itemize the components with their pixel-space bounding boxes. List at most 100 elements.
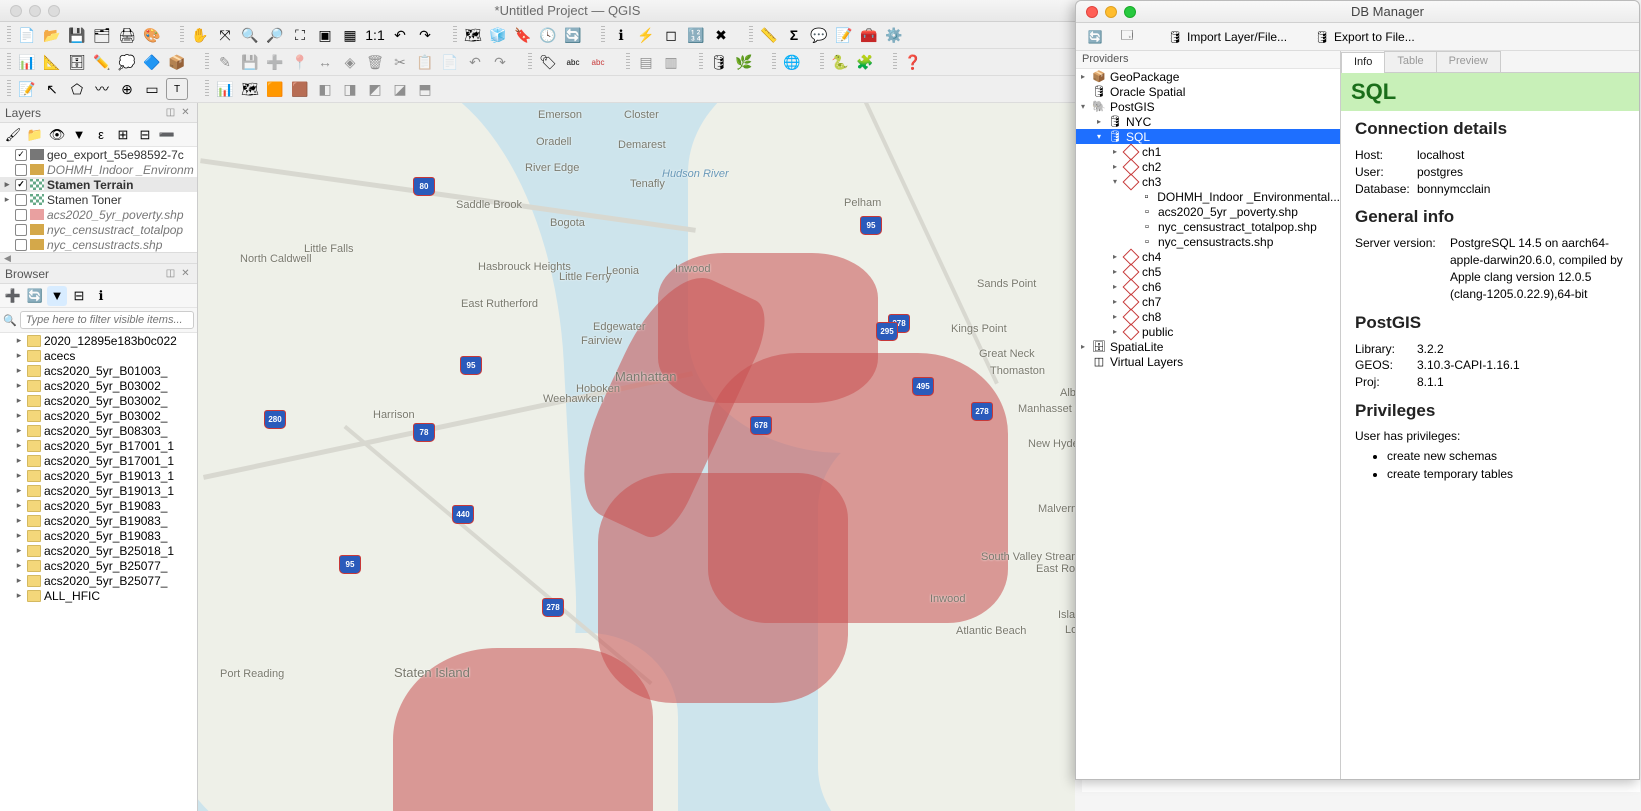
db-import-button[interactable]: 🛢Import Layer/File... bbox=[1162, 26, 1291, 48]
new-project-icon[interactable]: 📄 bbox=[16, 24, 38, 46]
copy-icon[interactable]: 📋 bbox=[414, 51, 436, 73]
browser-filter-input[interactable] bbox=[20, 311, 194, 329]
layer-checkbox[interactable] bbox=[15, 224, 27, 236]
db-tree-row[interactable]: ▸public bbox=[1076, 324, 1340, 339]
new-map-view-icon[interactable]: 🗺 bbox=[462, 24, 484, 46]
delete-selected-icon[interactable]: 🗑 bbox=[364, 51, 386, 73]
browser-row[interactable]: ▸acs2020_5yr_B19013_1 bbox=[0, 483, 197, 498]
db-tree-row[interactable]: ▾ch3 bbox=[1076, 174, 1340, 189]
zoom-layer-icon[interactable]: ▦ bbox=[339, 24, 361, 46]
create-line-icon[interactable]: 〰 bbox=[91, 78, 113, 100]
style-manager-icon[interactable]: 🎨 bbox=[141, 24, 163, 46]
open-project-icon[interactable]: 📂 bbox=[41, 24, 63, 46]
undo-icon[interactable]: ↶ bbox=[464, 51, 486, 73]
annotation-icon[interactable]: 📝 bbox=[833, 24, 855, 46]
layer-checkbox[interactable] bbox=[15, 194, 27, 206]
grass-icon[interactable]: 🌿 bbox=[733, 51, 755, 73]
browser-row[interactable]: ▸acs2020_5yr_B19083_ bbox=[0, 513, 197, 528]
db-refresh-button[interactable]: 🔄 bbox=[1082, 26, 1108, 48]
web-icon[interactable]: 🌐 bbox=[781, 51, 803, 73]
new-3d-view-icon[interactable]: 🧊 bbox=[487, 24, 509, 46]
db-tree-row[interactable]: ▾🛢SQL bbox=[1076, 129, 1340, 144]
zoom-selection-icon[interactable]: ▣ bbox=[314, 24, 336, 46]
minimize-icon[interactable] bbox=[1105, 6, 1117, 18]
panel-close-icon[interactable]: ✕ bbox=[179, 106, 192, 119]
layers-tree[interactable]: ✓geo_export_55e98592-7cDOHMH_Indoor _Env… bbox=[0, 147, 197, 252]
db-export-button[interactable]: 🛢Export to File... bbox=[1309, 26, 1419, 48]
browser-row[interactable]: ▸acs2020_5yr_B19083_ bbox=[0, 528, 197, 543]
mesh-proc-icon[interactable]: 🟧 bbox=[264, 78, 286, 100]
browser-row[interactable]: ▸acs2020_5yr_B25077_ bbox=[0, 573, 197, 588]
label-tool-icon[interactable]: 🏷 bbox=[537, 51, 559, 73]
help-icon[interactable]: ❓ bbox=[902, 51, 924, 73]
edit-pencil-icon[interactable]: ✏️ bbox=[91, 51, 113, 73]
label-abc-icon[interactable]: abc bbox=[562, 51, 584, 73]
add-vector-icon[interactable]: 📊 bbox=[16, 51, 38, 73]
history-proc-icon[interactable]: ◪ bbox=[389, 78, 411, 100]
plugins-icon[interactable]: 🧩 bbox=[854, 51, 876, 73]
manage-themes-icon[interactable]: 👁 bbox=[47, 125, 67, 145]
interpolation-icon[interactable]: ▤ bbox=[635, 51, 657, 73]
db-tree-row[interactable]: ▫nyc_censustracts.shp bbox=[1076, 234, 1340, 249]
db-providers-tree[interactable]: Providers ▸📦GeoPackage🛢Oracle Spatial▾🐘P… bbox=[1076, 51, 1341, 779]
select-box-icon[interactable]: ◻ bbox=[660, 24, 682, 46]
layer-row[interactable]: acs2020_5yr_poverty.shp bbox=[0, 207, 197, 222]
db-tree-row[interactable]: ▸ch4 bbox=[1076, 249, 1340, 264]
collapse-browser-icon[interactable]: ⊟ bbox=[69, 286, 89, 306]
maptips-icon[interactable]: 💬 bbox=[808, 24, 830, 46]
browser-row[interactable]: ▸acs2020_5yr_B19013_1 bbox=[0, 468, 197, 483]
browser-row[interactable]: ▸acs2020_5yr_B03002_ bbox=[0, 378, 197, 393]
save-project-icon[interactable]: 💾 bbox=[66, 24, 88, 46]
pan-selection-icon[interactable]: ⤧ bbox=[214, 24, 236, 46]
browser-row[interactable]: ▸acs2020_5yr_B25077_ bbox=[0, 558, 197, 573]
browser-row[interactable]: ▸acs2020_5yr_B19083_ bbox=[0, 498, 197, 513]
stats-icon[interactable]: Σ bbox=[783, 24, 805, 46]
cut-icon[interactable]: ✂ bbox=[389, 51, 411, 73]
db-tree-row[interactable]: ▸ch6 bbox=[1076, 279, 1340, 294]
zoom-native-icon[interactable]: 1:1 bbox=[364, 24, 386, 46]
layer-row[interactable]: ✓geo_export_55e98592-7c bbox=[0, 147, 197, 162]
digitize-icon[interactable]: 📍 bbox=[289, 51, 311, 73]
db-tree-row[interactable]: ▸ch8 bbox=[1076, 309, 1340, 324]
collapse-all-icon[interactable]: ⊟ bbox=[135, 125, 155, 145]
move-feature-icon[interactable]: ↔ bbox=[314, 51, 336, 73]
expression-filter-icon[interactable]: ε bbox=[91, 125, 111, 145]
browser-tree[interactable]: ▸2020_12895e183b0c022▸acecs▸acs2020_5yr_… bbox=[0, 333, 197, 811]
toggle-edit-icon[interactable]: ✎ bbox=[214, 51, 236, 73]
refresh-browser-icon[interactable]: 🔄 bbox=[25, 286, 45, 306]
expand-all-icon[interactable]: ⊞ bbox=[113, 125, 133, 145]
zoom-next-icon[interactable]: ↷ bbox=[414, 24, 436, 46]
raster-proc-icon[interactable]: 🗺 bbox=[239, 78, 261, 100]
script-proc-icon[interactable]: ◩ bbox=[364, 78, 386, 100]
select-value-icon[interactable]: 🔢 bbox=[685, 24, 707, 46]
filter-legend-icon[interactable]: ▼ bbox=[69, 125, 89, 145]
layer-checkbox[interactable] bbox=[15, 209, 27, 221]
save-as-icon[interactable]: 🗂 bbox=[91, 24, 113, 46]
add-feature-icon[interactable]: ➕ bbox=[264, 51, 286, 73]
pan-icon[interactable]: ✋ bbox=[189, 24, 211, 46]
filter-browser-icon[interactable]: ▼ bbox=[47, 286, 67, 306]
browser-row[interactable]: ▸acs2020_5yr_B03002_ bbox=[0, 393, 197, 408]
close-icon[interactable] bbox=[1086, 6, 1098, 18]
db-tree-row[interactable]: ▸📦GeoPackage bbox=[1076, 69, 1340, 84]
layer-checkbox[interactable]: ✓ bbox=[15, 179, 27, 191]
panel-resizer[interactable]: ◀ bbox=[0, 252, 197, 264]
model-proc-icon[interactable]: ◨ bbox=[339, 78, 361, 100]
db-tree-row[interactable]: ▫DOHMH_Indoor _Environmental... bbox=[1076, 189, 1340, 204]
browser-row[interactable]: ▸acs2020_5yr_B03002_ bbox=[0, 408, 197, 423]
layer-row[interactable]: nyc_censustracts.shp bbox=[0, 237, 197, 252]
db-tree-row[interactable]: ▸ch5 bbox=[1076, 264, 1340, 279]
python-icon[interactable]: 🐍 bbox=[829, 51, 851, 73]
zoom-last-icon[interactable]: ↶ bbox=[389, 24, 411, 46]
browser-row[interactable]: ▸acecs bbox=[0, 348, 197, 363]
db-sqlwindow-button[interactable]: 🗔 bbox=[1114, 26, 1140, 48]
heatmap-icon[interactable]: ▥ bbox=[660, 51, 682, 73]
bookmark-icon[interactable]: 🔖 bbox=[512, 24, 534, 46]
measure-icon[interactable]: 📏 bbox=[758, 24, 780, 46]
tab-table[interactable]: Table bbox=[1384, 51, 1436, 72]
create-polygon-icon[interactable]: ⬠ bbox=[66, 78, 88, 100]
db-tree-row[interactable]: ▾🐘PostGIS bbox=[1076, 99, 1340, 114]
zoom-icon[interactable] bbox=[1124, 6, 1136, 18]
tab-info[interactable]: Info bbox=[1341, 52, 1385, 73]
browser-row[interactable]: ▸acs2020_5yr_B08303_ bbox=[0, 423, 197, 438]
